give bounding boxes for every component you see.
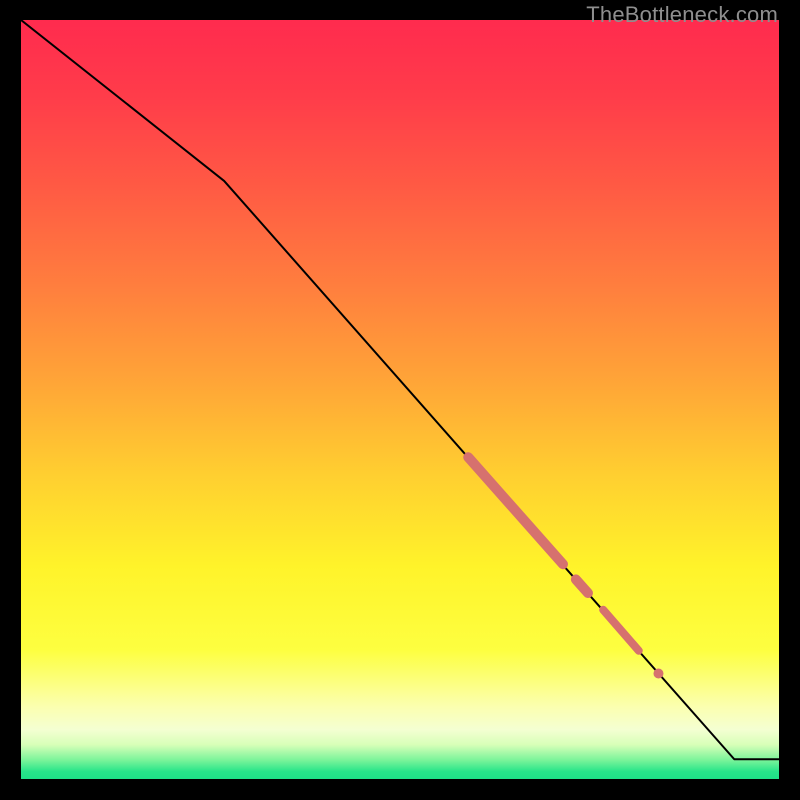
highlight-seg-1 xyxy=(576,579,588,593)
highlight-seg-2 xyxy=(603,610,639,651)
chart-stage: TheBottleneck.com xyxy=(0,0,800,800)
watermark-text: TheBottleneck.com xyxy=(586,2,778,28)
highlight-seg-0 xyxy=(468,457,563,564)
highlight-dot-0 xyxy=(653,668,663,678)
plot-area xyxy=(21,20,779,779)
curve-layer xyxy=(21,20,779,779)
main-line xyxy=(21,20,779,759)
